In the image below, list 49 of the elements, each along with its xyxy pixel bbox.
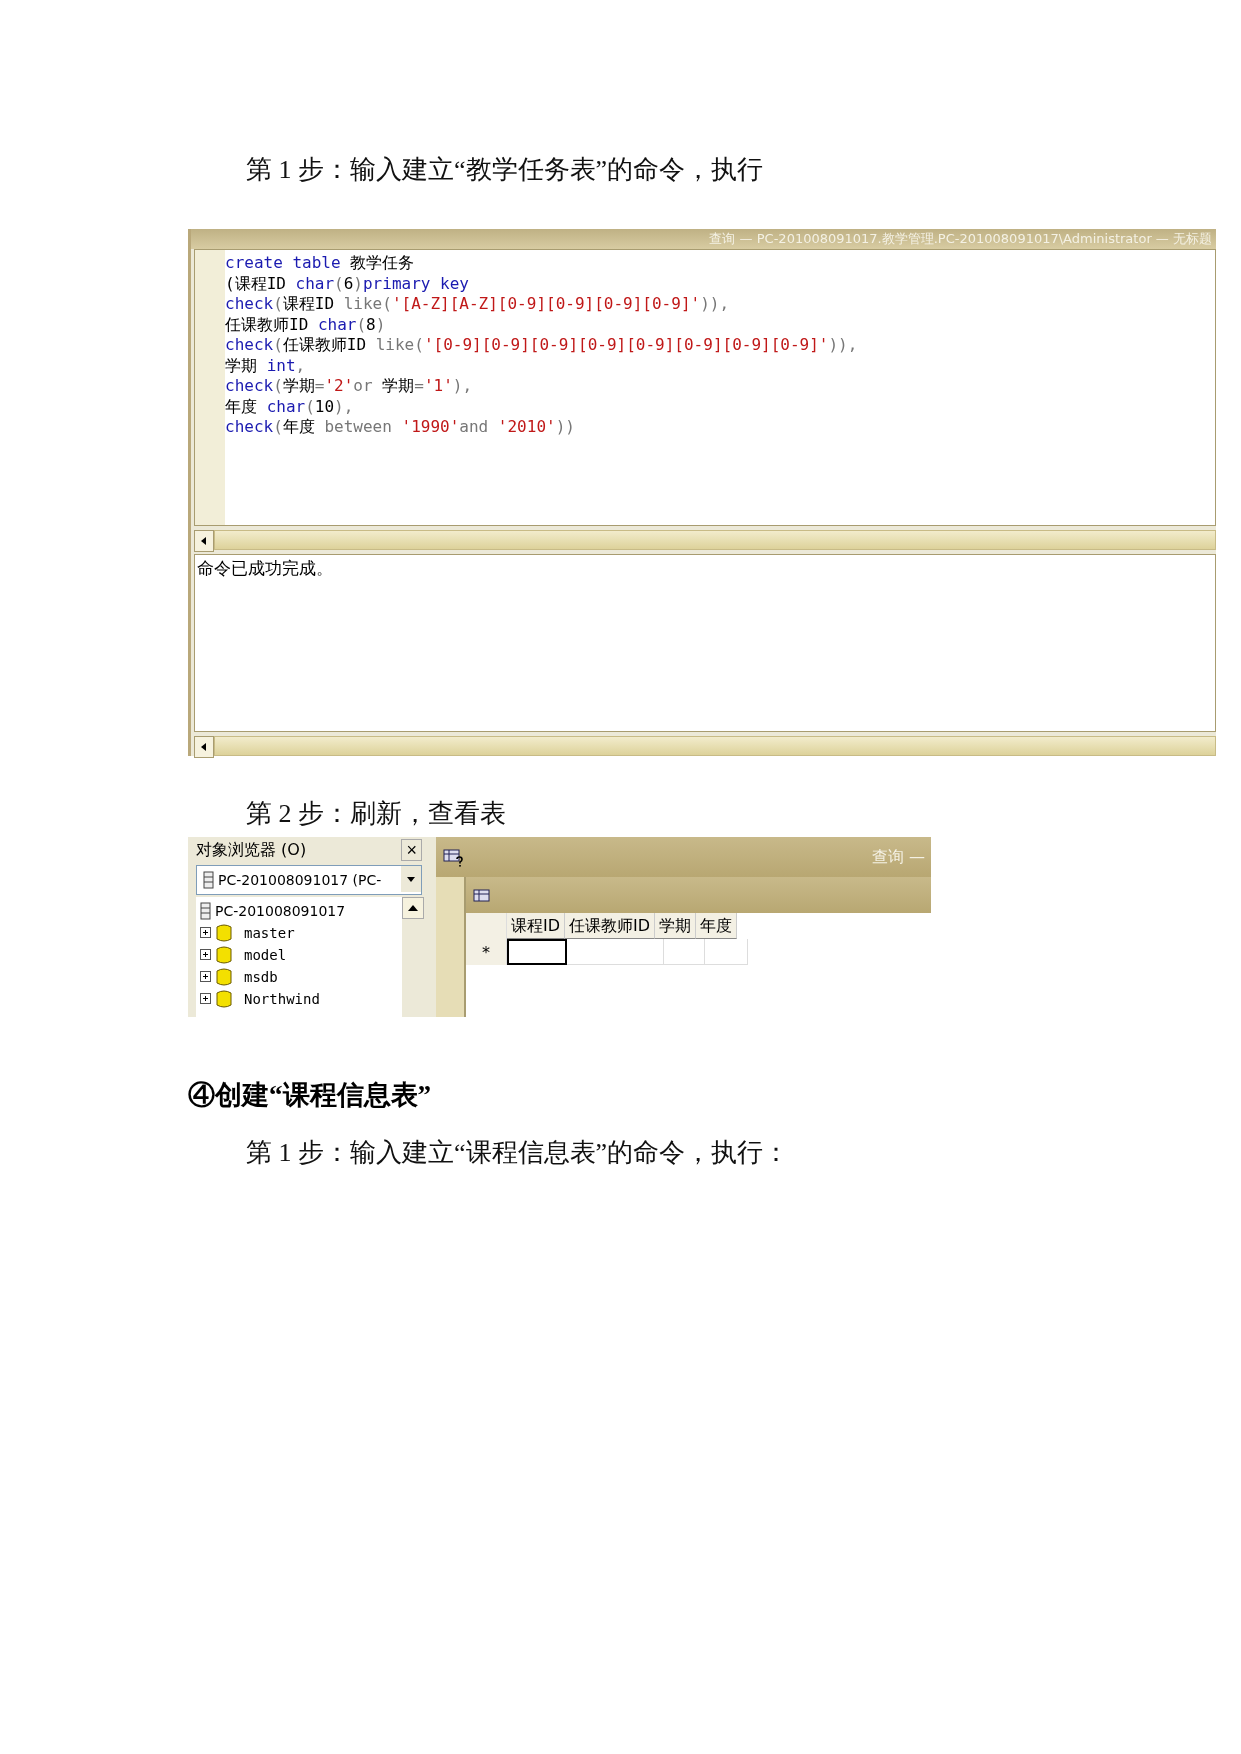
window-title: 查询 — PC-201008091017.教学管理.PC-201008091017\Administrator — 无标题 [709,230,1213,248]
code-line: 任课教师ID char(8) [225,314,387,335]
column-header[interactable]: 课程ID [507,913,566,939]
new-row-marker: * [466,939,507,965]
expand-icon[interactable] [200,927,212,939]
code-editor[interactable] [194,249,1216,526]
database-icon [216,990,232,1008]
database-icon [216,924,232,942]
tree-item[interactable]: Northwind [200,988,398,1010]
horizontal-scrollbar[interactable] [194,736,1216,756]
section-heading: ④创建“课程信息表” [188,1079,432,1112]
table-query-icon [442,847,464,867]
tree-item[interactable]: msdb [200,966,398,988]
tree-item[interactable]: master [200,922,398,944]
code-line: create table 教学任务 [225,253,416,274]
column-header[interactable]: 年度 [696,913,738,939]
horizontal-scrollbar[interactable] [194,530,1216,550]
step-heading: 第 2 步：刷新，查看表 [246,798,507,830]
scroll-left-icon[interactable] [194,736,214,758]
code-line: 学期 int, [225,355,307,376]
step-heading: 第 1 步：输入建立“教学任务表”的命令，执行 [246,154,765,186]
server-dropdown[interactable]: PC-201008091017 (PC- [196,865,422,895]
tree-item[interactable]: model [200,944,398,966]
column-header[interactable]: 任课教师ID [565,913,656,939]
scroll-up-icon[interactable] [402,897,424,919]
code-line: check(年度 between '1990'and '2010')) [225,417,576,438]
expand-icon[interactable] [200,993,212,1005]
grid-corner [466,913,507,939]
panel-title: 对象浏览器 (O) [196,839,307,861]
result-message: 命令已成功完成。 [197,558,333,578]
server-icon [200,902,211,920]
step-heading: 第 1 步：输入建立“课程信息表”的命令，执行： [246,1137,791,1169]
code-line: check(课程ID like('[A-Z][A-Z][0-9][0-9][0-9][0-9]')), [225,294,731,315]
tree-item[interactable]: PC-201008091017 [200,900,398,922]
expand-icon[interactable] [200,971,212,983]
code-line: check(学期='2'or 学期='1'), [225,376,474,397]
column-header[interactable]: 学期 [655,913,697,939]
close-button[interactable]: × [401,839,422,861]
database-icon [216,946,232,964]
code-line: (课程ID char(6)primary key [225,273,470,294]
scroll-left-icon[interactable] [194,530,214,552]
expand-icon[interactable] [200,949,212,961]
vertical-scrollbar[interactable] [402,897,422,1017]
database-icon [216,968,232,986]
table-cell[interactable] [507,939,567,965]
code-line: check(任课教师ID like('[0-9][0-9][0-9][0-9][0-9][0-9][0-9][0-9]')), [225,335,858,356]
window-title: 查询 — [871,846,925,868]
code-line: 年度 char(10), [225,396,355,417]
server-icon [203,871,214,889]
